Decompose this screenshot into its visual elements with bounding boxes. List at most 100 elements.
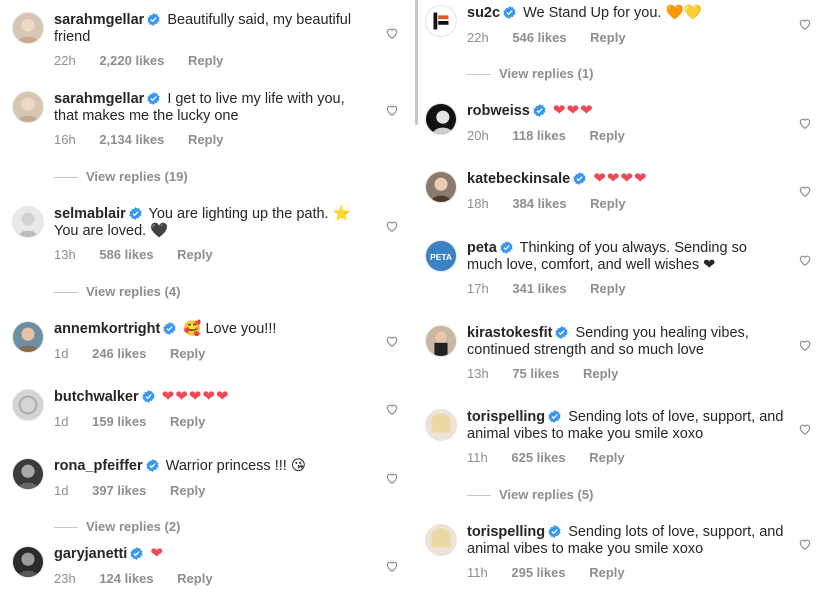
likes-count[interactable]: 397 likes [92, 483, 146, 498]
heart-outline-icon[interactable] [385, 334, 399, 348]
reply-button[interactable]: Reply [589, 565, 624, 580]
likes-count[interactable]: 246 likes [92, 346, 146, 361]
heart-outline-icon[interactable] [385, 103, 399, 117]
reply-button[interactable]: Reply [170, 483, 205, 498]
reply-button[interactable]: Reply [177, 247, 212, 262]
comment-time[interactable]: 11h [467, 565, 488, 580]
username-link[interactable]: butchwalker [54, 389, 139, 405]
username-link[interactable]: selmablair [54, 206, 126, 222]
likes-count[interactable]: 586 likes [99, 247, 153, 262]
username-link[interactable]: sarahmgellar [54, 12, 144, 28]
username-link[interactable]: robweiss [467, 103, 530, 119]
comment-time[interactable]: 1d [54, 346, 68, 361]
reply-button[interactable]: Reply [589, 450, 624, 465]
avatar[interactable] [12, 458, 44, 490]
avatar[interactable] [12, 321, 44, 353]
likes-count[interactable]: 159 likes [92, 414, 146, 429]
heart-outline-icon[interactable] [798, 116, 812, 130]
comment-time[interactable]: 1d [54, 414, 68, 429]
view-replies-button[interactable]: View replies (1) [467, 66, 593, 81]
username-link[interactable]: kirastokesfit [467, 325, 552, 341]
comment-body: katebeckinsale ❤❤❤❤ [467, 170, 785, 188]
comment-time[interactable]: 13h [54, 247, 76, 262]
avatar[interactable] [12, 546, 44, 578]
heart-outline-icon[interactable] [798, 17, 812, 31]
comment-meta: 20h 118 likes Reply [467, 128, 645, 143]
avatar[interactable] [12, 389, 44, 421]
likes-count[interactable]: 2,220 likes [99, 53, 164, 68]
verified-badge-icon [146, 459, 159, 472]
reply-button[interactable]: Reply [170, 414, 205, 429]
comment-body: su2c We Stand Up for you. 🧡💛 [467, 5, 785, 22]
comment-time[interactable]: 13h [467, 366, 489, 381]
comment-time[interactable]: 22h [467, 30, 489, 45]
likes-count[interactable]: 341 likes [512, 281, 566, 296]
heart-outline-icon[interactable] [385, 219, 399, 233]
comment-body: butchwalker ❤❤❤❤❤ [54, 388, 372, 406]
verified-badge-icon [163, 322, 176, 335]
heart-outline-icon[interactable] [798, 253, 812, 267]
heart-outline-icon[interactable] [798, 184, 812, 198]
likes-count[interactable]: 384 likes [512, 196, 566, 211]
comment-time[interactable]: 22h [54, 53, 76, 68]
heart-outline-icon[interactable] [385, 559, 399, 573]
comment-time[interactable]: 1d [54, 483, 68, 498]
avatar[interactable] [12, 91, 44, 123]
username-link[interactable]: peta [467, 240, 497, 256]
reply-button[interactable]: Reply [589, 128, 624, 143]
avatar[interactable] [425, 103, 457, 135]
comment-time[interactable]: 20h [467, 128, 489, 143]
view-replies-button[interactable]: View replies (2) [54, 519, 180, 534]
likes-count[interactable]: 295 likes [511, 565, 565, 580]
likes-count[interactable]: 546 likes [512, 30, 566, 45]
comment-text: We Stand Up for you. 🧡💛 [523, 5, 702, 21]
view-replies-button[interactable]: View replies (19) [54, 169, 188, 184]
avatar[interactable] [425, 325, 457, 357]
view-replies-button[interactable]: View replies (4) [54, 284, 180, 299]
heart-outline-icon[interactable] [798, 422, 812, 436]
likes-count[interactable]: 625 likes [511, 450, 565, 465]
reply-button[interactable]: Reply [170, 346, 205, 361]
heart-outline-icon[interactable] [385, 26, 399, 40]
comment-meta: 18h 384 likes Reply [467, 196, 646, 211]
avatar[interactable]: PETA [425, 240, 457, 272]
comment-body: peta Thinking of you always. Sending so … [467, 240, 785, 273]
heart-outline-icon[interactable] [798, 338, 812, 352]
avatar[interactable] [12, 12, 44, 44]
heart-outline-icon[interactable] [385, 471, 399, 485]
avatar[interactable] [425, 409, 457, 441]
avatar[interactable] [425, 524, 457, 556]
comment-time[interactable]: 17h [467, 281, 489, 296]
comment-time[interactable]: 23h [54, 571, 76, 586]
avatar[interactable] [425, 171, 457, 203]
username-link[interactable]: annemkortright [54, 321, 160, 337]
comment-time[interactable]: 16h [54, 132, 76, 147]
username-link[interactable]: torispelling [467, 524, 545, 540]
username-link[interactable]: sarahmgellar [54, 91, 144, 107]
comment-body: sarahmgellar I get to live my life with … [54, 91, 372, 124]
likes-count[interactable]: 124 likes [99, 571, 153, 586]
reply-button[interactable]: Reply [188, 132, 223, 147]
heart-outline-icon[interactable] [385, 402, 399, 416]
likes-count[interactable]: 118 likes [512, 128, 566, 143]
comment-text: 🥰 Love you!!! [183, 321, 277, 337]
likes-count[interactable]: 75 likes [512, 366, 559, 381]
reply-button[interactable]: Reply [177, 571, 212, 586]
reply-button[interactable]: Reply [590, 30, 625, 45]
reply-button[interactable]: Reply [188, 53, 223, 68]
username-link[interactable]: garyjanetti [54, 546, 127, 562]
comment-time[interactable]: 18h [467, 196, 489, 211]
likes-count[interactable]: 2,134 likes [99, 132, 164, 147]
reply-button[interactable]: Reply [583, 366, 618, 381]
username-link[interactable]: rona_pfeiffer [54, 458, 143, 474]
view-replies-button[interactable]: View replies (5) [467, 487, 593, 502]
reply-button[interactable]: Reply [590, 196, 625, 211]
avatar[interactable] [425, 5, 457, 37]
username-link[interactable]: katebeckinsale [467, 171, 570, 187]
avatar[interactable] [12, 206, 44, 238]
heart-outline-icon[interactable] [798, 537, 812, 551]
username-link[interactable]: torispelling [467, 409, 545, 425]
reply-button[interactable]: Reply [590, 281, 625, 296]
username-link[interactable]: su2c [467, 5, 500, 21]
comment-time[interactable]: 11h [467, 450, 488, 465]
